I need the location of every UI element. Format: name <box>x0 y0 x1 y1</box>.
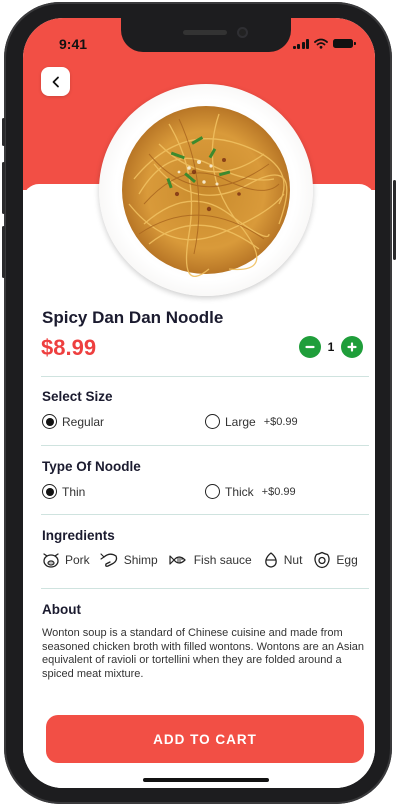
ingredient-fish-sauce: Fish sauce <box>168 552 252 568</box>
noodle-section-title: Type Of Noodle <box>42 459 141 474</box>
notch <box>121 18 291 52</box>
option-label: Thin <box>62 484 86 499</box>
pig-icon <box>43 553 59 568</box>
about-section-title: About <box>42 602 81 617</box>
option-extra-price: +$0.99 <box>263 415 298 428</box>
side-button <box>2 226 5 278</box>
side-button <box>2 118 5 146</box>
ingredients-list: Pork Shimp Fish sauce Nut Egg <box>41 551 362 569</box>
quantity-value: 1 <box>327 340 335 354</box>
option-label: Thick <box>225 484 254 499</box>
divider <box>41 588 369 589</box>
ingredient-label: Shimp <box>123 553 158 567</box>
ingredient-egg: Egg <box>312 551 358 569</box>
divider <box>41 445 369 446</box>
radio-unselected[interactable] <box>205 414 220 429</box>
option-extra-price: +$0.99 <box>261 485 296 498</box>
chevron-left-icon <box>52 76 59 87</box>
divider <box>41 514 369 515</box>
battery-icon <box>333 39 356 48</box>
size-option-regular[interactable]: Regular <box>42 414 104 429</box>
plus-icon <box>347 342 357 352</box>
status-icons <box>292 38 356 49</box>
size-option-large[interactable]: Large +$0.99 <box>205 414 298 429</box>
ingredient-label: Pork <box>65 553 90 567</box>
minus-icon <box>305 345 315 349</box>
shrimp-icon <box>100 553 117 567</box>
ingredient-label: Nut <box>283 553 303 567</box>
about-description: Wonton soup is a standard of Chinese cui… <box>42 627 365 680</box>
quantity-stepper: 1 <box>299 336 363 358</box>
size-section-title: Select Size <box>42 389 113 404</box>
option-label: Large <box>225 414 256 429</box>
home-indicator <box>143 778 269 782</box>
ingredient-label: Egg <box>336 553 358 567</box>
status-time: 9:41 <box>59 36 88 52</box>
ingredient-pork: Pork <box>41 551 90 569</box>
divider <box>41 376 369 377</box>
noodle-option-thin[interactable]: Thin <box>42 484 85 499</box>
signal-icon <box>292 38 309 49</box>
nut-icon <box>264 552 277 568</box>
product-title: Spicy Dan Dan Noodle <box>42 308 224 327</box>
radio-selected[interactable] <box>42 414 57 429</box>
product-price: $8.99 <box>41 335 97 360</box>
add-to-cart-button[interactable]: ADD TO CART <box>46 715 364 763</box>
wifi-icon <box>314 38 328 49</box>
camera <box>237 27 248 38</box>
back-button[interactable] <box>41 67 70 96</box>
noodle-option-thick[interactable]: Thick +$0.99 <box>205 484 296 499</box>
ingredient-shrimp: Shimp <box>100 551 158 569</box>
ingredient-label: Fish sauce <box>193 553 252 567</box>
decrease-button[interactable] <box>299 336 321 358</box>
side-button <box>393 180 396 260</box>
radio-selected[interactable] <box>42 484 57 499</box>
increase-button[interactable] <box>341 336 363 358</box>
option-label: Regular <box>62 414 105 429</box>
egg-icon <box>314 551 331 569</box>
ingredients-section-title: Ingredients <box>42 528 115 543</box>
fish-icon <box>169 555 186 565</box>
radio-unselected[interactable] <box>205 484 220 499</box>
side-button <box>2 162 5 214</box>
screen: 9:41 Spicy Dan Dan Noodle $8.99 1 Select… <box>23 18 375 788</box>
speaker <box>183 30 227 35</box>
dish-image <box>99 84 313 296</box>
ingredient-nut: Nut <box>262 551 303 569</box>
